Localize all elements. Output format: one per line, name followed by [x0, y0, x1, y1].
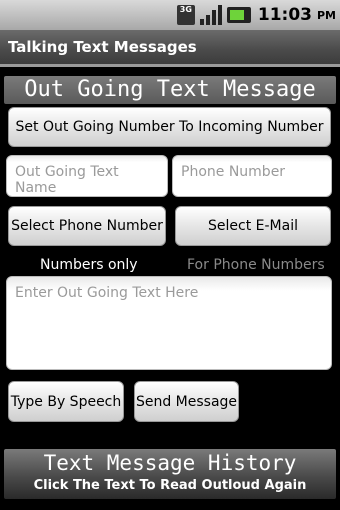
select-email-button[interactable]: Select E-Mail — [175, 206, 331, 246]
status-bar: 3G 11:03 PM — [0, 0, 340, 30]
send-message-button[interactable]: Send Message — [134, 381, 239, 422]
app-title: Talking Text Messages — [8, 38, 197, 56]
set-outgoing-number-button[interactable]: Set Out Going Number To Incoming Number — [8, 107, 331, 147]
phone-number-input[interactable]: Phone Number — [172, 155, 332, 197]
network-3g-icon: 3G — [176, 5, 195, 25]
battery-icon — [226, 7, 251, 23]
for-phone-numbers-label: For Phone Numbers — [187, 257, 325, 273]
app-title-bar: Talking Text Messages — [0, 30, 340, 67]
clock-time: 11:03 — [257, 5, 312, 25]
clock-ampm: PM — [316, 8, 336, 22]
history-header: Text Message History — [43, 451, 297, 475]
type-by-speech-button[interactable]: Type By Speech — [8, 381, 124, 422]
outgoing-section-header: Out Going Text Message — [4, 76, 336, 104]
select-phone-number-button[interactable]: Select Phone Number — [8, 206, 166, 246]
signal-strength-icon — [199, 5, 222, 25]
outgoing-name-input[interactable]: Out Going Text Name — [6, 155, 168, 197]
history-section: Text Message History Click The Text To R… — [4, 449, 336, 499]
history-subtitle: Click The Text To Read Outloud Again — [33, 478, 307, 493]
status-icons: 3G 11:03 PM — [176, 4, 336, 26]
outgoing-message-textarea[interactable]: Enter Out Going Text Here — [6, 276, 332, 370]
numbers-only-label: Numbers only — [40, 257, 138, 273]
